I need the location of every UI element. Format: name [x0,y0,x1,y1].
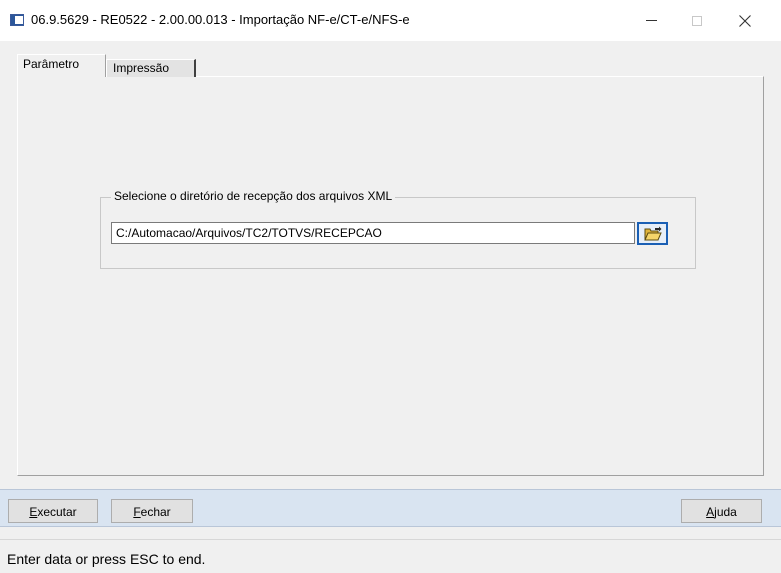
fechar-mnemonic: F [133,505,141,519]
tab-impressao[interactable]: Impressão [106,59,196,77]
window-client-area: Selecione o diretório de recepção dos ar… [0,41,781,573]
application-icon [10,14,24,26]
tab-parametro[interactable]: Parâmetro [17,54,106,77]
title-bar: 06.9.5629 - RE0522 - 2.00.00.013 - Impor… [0,0,781,41]
executar-label: xecutar [37,505,77,519]
minimize-button[interactable] [628,0,674,41]
minimize-icon [645,20,657,21]
directory-group-label: Selecione o diretório de recepção dos ar… [111,189,396,203]
directory-groupbox: Selecione o diretório de recepção dos ar… [100,189,696,269]
tab-panel-parametro: Selecione o diretório de recepção dos ar… [17,76,764,476]
ajuda-label: juda [714,505,737,519]
directory-path-input[interactable] [111,222,635,244]
status-bar: Enter data or press ESC to end. [0,527,781,573]
ajuda-mnemonic: A [706,505,715,519]
browse-folder-button[interactable] [637,222,668,245]
button-bar: Executar Fechar Ajuda [0,489,781,527]
close-icon [739,14,751,27]
open-folder-icon [643,226,662,241]
executar-button[interactable]: Executar [8,499,98,523]
status-divider [0,539,781,540]
maximize-icon [692,15,702,26]
ajuda-button[interactable]: Ajuda [681,499,762,523]
fechar-button[interactable]: Fechar [111,499,193,523]
close-button[interactable] [722,0,768,41]
status-message: Enter data or press ESC to end. [7,551,206,567]
maximize-button[interactable] [674,0,720,41]
fechar-label: echar [140,505,171,519]
window-title: 06.9.5629 - RE0522 - 2.00.00.013 - Impor… [31,12,410,27]
